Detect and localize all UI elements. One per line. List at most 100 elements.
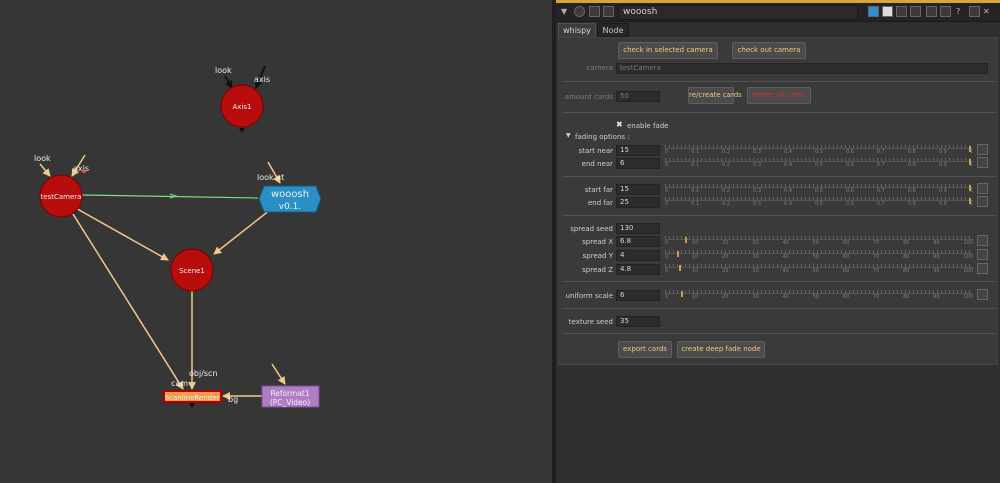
pin-icon[interactable]: [603, 6, 614, 17]
delete-all-cards-button[interactable]: delete all cards: [747, 87, 811, 104]
settings-gear-icon[interactable]: [574, 6, 585, 17]
texture-seed-label: texture seed: [568, 318, 613, 326]
collapse-icon[interactable]: ▼: [561, 6, 570, 16]
close-icon[interactable]: ✕: [983, 6, 994, 17]
edge-wooosh-scene: [213, 209, 271, 255]
separator: [563, 215, 995, 216]
texture-seed-field[interactable]: 35: [616, 316, 660, 327]
node-graph[interactable]: Axis1 look axis testCamera look axis Sce…: [0, 0, 552, 483]
revert-icon[interactable]: [926, 6, 937, 17]
scene1-node[interactable]: Scene1: [170, 248, 214, 292]
start-near-label: start near: [578, 147, 613, 155]
end-far-animation-icon[interactable]: [977, 196, 988, 207]
spread-x-slider[interactable]: 0 10 20 30 40 50 60 70 80 90 100: [665, 235, 973, 247]
start-far-label: start far: [584, 186, 613, 194]
scanline-render-label: ScanlineRender: [165, 394, 220, 402]
spread-z-slider[interactable]: 0 10 20 30 40 50 60 70 80 90 100: [665, 263, 973, 275]
start-near-field[interactable]: 15: [616, 145, 660, 156]
export-cards-button[interactable]: export cards: [618, 341, 672, 358]
reformat-input-pipe: [271, 363, 286, 385]
spread-x-field[interactable]: 6.8: [616, 236, 660, 247]
check-in-camera-button[interactable]: check in selected camera: [618, 42, 718, 59]
minimize-icon[interactable]: [969, 6, 980, 17]
testcamera-node[interactable]: testCamera: [39, 174, 83, 218]
axis1-node[interactable]: Axis1: [220, 84, 264, 133]
spread-z-label: spread Z: [582, 266, 613, 274]
reformat1-format: (PC_Video): [270, 398, 310, 407]
edge-camera-render: [72, 213, 184, 390]
edge-camera-scene: [71, 205, 169, 261]
testcamera-look-label: look: [34, 154, 51, 163]
whispy-tab-content: check in selected camera check out camer…: [558, 37, 998, 365]
axis1-look-label: look: [215, 66, 232, 75]
spread-z-field[interactable]: 4.8: [616, 264, 660, 275]
uniform-scale-slider[interactable]: 1 10 20 30 40 50 60 70 80 90 100: [665, 289, 973, 301]
enable-fade-checkbox[interactable]: ✖: [616, 120, 623, 129]
axis1-axis-label: axis: [254, 75, 270, 84]
node-color-icon[interactable]: [868, 6, 879, 17]
panel-tabs: whispy Node: [556, 23, 1000, 37]
camera-field[interactable]: testCamera: [616, 63, 988, 74]
separator: [563, 281, 995, 282]
panel-titlebar: ▼ wooosh ? ✕: [556, 3, 1000, 22]
reformat1-node[interactable]: Reformat1 (PC_Video): [261, 385, 320, 408]
separator: [563, 308, 995, 309]
scanline-render-node[interactable]: ScanlineRender: [163, 390, 222, 408]
start-far-slider[interactable]: 0 0.1 0.2 0.3 0.4 0.5 0.6 0.7 0.8 0.9 1: [665, 183, 973, 195]
properties-panel: ▼ wooosh ? ✕ whispy Node check in select…: [556, 0, 1000, 483]
render-objscn-label: obj/scn: [189, 369, 218, 378]
wooosh-node[interactable]: wooosh v0.1.: [258, 185, 322, 213]
uniform-scale-field[interactable]: 6: [616, 290, 660, 301]
end-near-animation-icon[interactable]: [977, 157, 988, 168]
start-near-slider[interactable]: 0 0.1 0.2 0.3 0.4 0.5 0.6 0.7 0.8 0.9 1: [665, 144, 973, 156]
end-near-field[interactable]: 6: [616, 158, 660, 169]
spread-z-animation-icon[interactable]: [977, 263, 988, 274]
uniform-scale-animation-icon[interactable]: [977, 289, 988, 300]
create-deep-fade-node-button[interactable]: create deep fade node: [677, 341, 765, 358]
amount-cards-field[interactable]: 50: [616, 91, 660, 102]
recreate-cards-button[interactable]: re/create cards: [688, 87, 742, 104]
check-out-camera-button[interactable]: check out camera: [732, 42, 806, 59]
axis1-label: Axis1: [233, 103, 252, 111]
float-panel-icon[interactable]: [589, 6, 600, 17]
end-far-label: end far: [587, 199, 613, 207]
node-color-white-icon[interactable]: [882, 6, 893, 17]
scene1-label: Scene1: [179, 267, 205, 275]
end-near-slider[interactable]: 0 0.1 0.2 0.3 0.4 0.5 0.6 0.7 0.8 0.9 1: [665, 157, 973, 169]
start-near-animation-icon[interactable]: [977, 144, 988, 155]
start-far-animation-icon[interactable]: [977, 183, 988, 194]
undo-icon[interactable]: [896, 6, 907, 17]
separator: [563, 112, 995, 113]
redo-icon[interactable]: [910, 6, 921, 17]
node-name-field[interactable]: wooosh: [618, 5, 858, 20]
spread-y-slider[interactable]: 0 10 20 30 40 50 60 70 80 90 100: [665, 249, 973, 261]
tab-whispy[interactable]: whispy: [558, 23, 596, 37]
testcamera-axis-dot: [82, 169, 86, 173]
testcamera-label: testCamera: [41, 193, 82, 201]
tab-node[interactable]: Node: [597, 23, 629, 37]
enable-fade-label: enable fade: [627, 122, 669, 130]
camera-look-pipe: [39, 163, 51, 177]
render-cam-label: cam: [171, 379, 188, 388]
end-far-slider[interactable]: 0 0.1 0.2 0.3 0.4 0.5 0.6 0.7 0.8 0.9 1: [665, 196, 973, 208]
uniform-scale-label: uniform scale: [565, 292, 613, 300]
end-near-label: end near: [581, 160, 613, 168]
edit-icon[interactable]: [940, 6, 951, 17]
wooosh-lookat-label: look at: [257, 173, 284, 182]
node-graph-canvas: Axis1 look axis testCamera look axis Sce…: [34, 65, 322, 408]
start-far-field[interactable]: 15: [616, 184, 660, 195]
reformat1-label: Reformat1: [270, 389, 310, 398]
spread-y-field[interactable]: 4: [616, 250, 660, 261]
fading-options-toggle-icon[interactable]: ▼: [566, 132, 571, 139]
render-bg-label: bg: [228, 395, 238, 404]
testcamera-axis-label: axis: [73, 164, 89, 173]
separator: [563, 81, 995, 82]
spread-y-animation-icon[interactable]: [977, 249, 988, 260]
end-far-field[interactable]: 25: [616, 197, 660, 208]
fading-options-label: fading options :: [575, 133, 630, 141]
spread-x-label: spread X: [582, 238, 613, 246]
help-icon[interactable]: ?: [956, 6, 967, 17]
spread-seed-field[interactable]: 130: [616, 223, 660, 234]
spread-x-animation-icon[interactable]: [977, 235, 988, 246]
wooosh-version: v0.1.: [279, 202, 302, 212]
